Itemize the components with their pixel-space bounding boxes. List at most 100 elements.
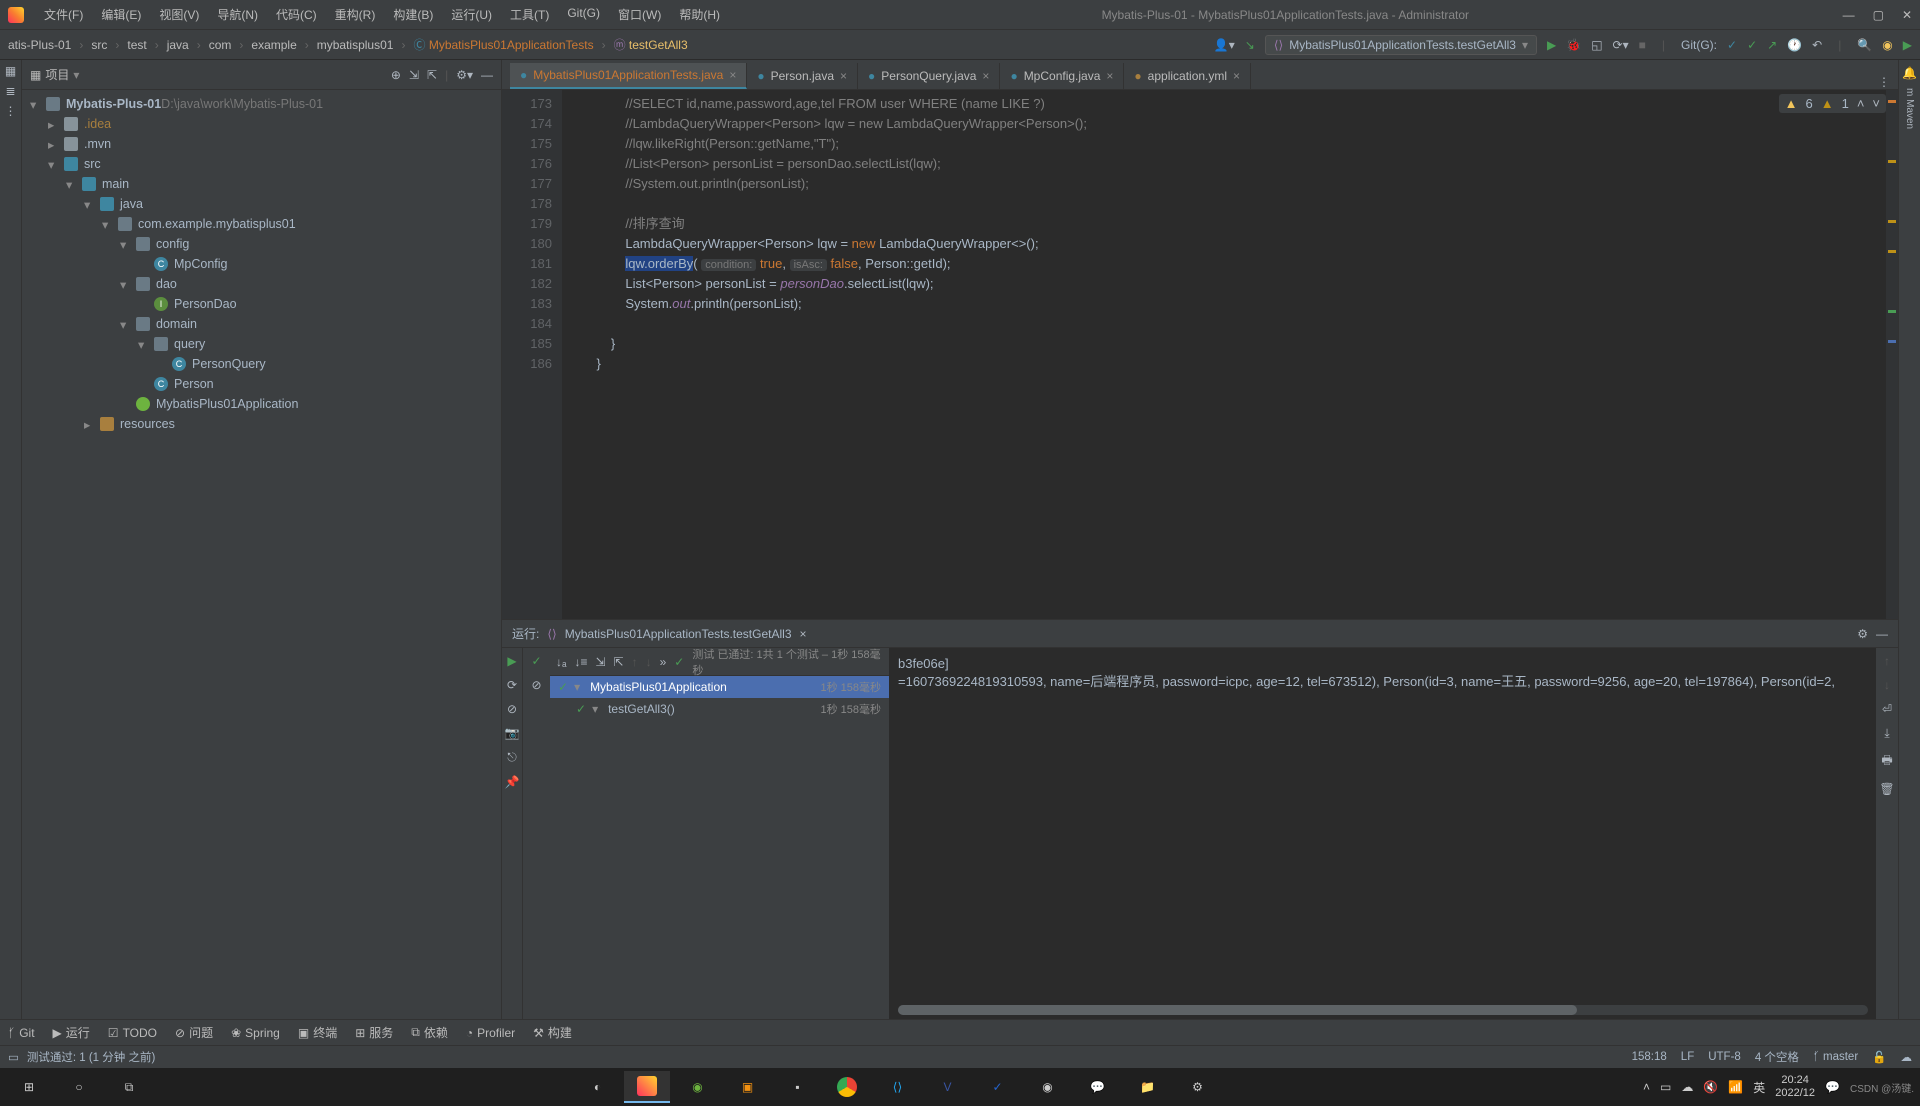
bottom-tool-构建[interactable]: ⚒构建 [533, 1024, 572, 1041]
prev-highlight-button[interactable]: ˄ [1857, 96, 1865, 111]
git-update-button[interactable]: ✓ [1727, 38, 1737, 52]
notification-center-icon[interactable]: 💬 [1825, 1080, 1840, 1094]
menu-item[interactable]: 帮助(H) [671, 2, 728, 27]
breadcrumb-item[interactable]: Ⓒ MybatisPlus01ApplicationTests [413, 36, 593, 53]
tree-node[interactable]: ▸.mvn [22, 134, 501, 154]
tree-node[interactable]: ▾Mybatis-Plus-01 D:\java\work\Mybatis-Pl… [22, 94, 501, 114]
todo-icon[interactable]: ✓ [974, 1071, 1020, 1103]
visio-icon[interactable]: V [924, 1071, 970, 1103]
close-tab-icon[interactable]: × [1106, 69, 1113, 83]
tree-node[interactable]: ▾dao [22, 274, 501, 294]
down-stack-button[interactable]: ↓ [1884, 678, 1890, 692]
breadcrumb-item[interactable]: test [127, 38, 146, 52]
bottom-tool-todo[interactable]: ☑TODO [108, 1026, 157, 1040]
intellij-icon[interactable] [624, 1071, 670, 1103]
tree-node[interactable]: ▸.idea [22, 114, 501, 134]
user-icon[interactable]: 👤▾ [1214, 38, 1235, 52]
app-icon-2[interactable]: ⚙ [1174, 1071, 1220, 1103]
bottom-tool-服务[interactable]: ⊞服务 [355, 1024, 393, 1041]
soft-wrap-button[interactable]: ⏎ [1882, 702, 1892, 716]
sort-button[interactable]: ↓ₐ [556, 655, 566, 669]
terminal-icon[interactable]: ▪ [774, 1071, 820, 1103]
prev-test-button[interactable]: ↑ [632, 655, 638, 669]
breadcrumb-item[interactable]: atis-Plus-01 [8, 38, 71, 52]
tree-node[interactable]: CMpConfig [22, 254, 501, 274]
language-icon[interactable]: 英 [1753, 1079, 1765, 1096]
notifications-button[interactable]: 🔔 [1902, 66, 1917, 80]
vm-icon[interactable]: ▣ [724, 1071, 770, 1103]
test-result-row[interactable]: ▾testGetAll3()1秒 158毫秒 [550, 698, 889, 720]
git-history-button[interactable]: 🕐 [1787, 38, 1802, 52]
structure-tool-button[interactable]: ≣ [5, 84, 15, 98]
breadcrumb-item[interactable]: mybatisplus01 [317, 38, 394, 52]
system-tray[interactable]: ˄ ▭ ☁ 🔇 📶 英 20:24 2022/12 💬 CSDN @汤键. [1643, 1074, 1914, 1100]
bottom-tool-git[interactable]: ᚶGit [8, 1026, 35, 1040]
breadcrumb-item[interactable]: com [209, 38, 232, 52]
settings-gear-icon[interactable]: ⚙▾ [456, 68, 473, 82]
test-tree[interactable]: ↓ₐ ↓≡ ⇲ ⇱ ↑ ↓ » ✓ 测试 已通过: 1共 1 个测试 – 1秒 … [550, 648, 890, 1019]
code-content[interactable]: //SELECT id,name,password,age,tel FROM u… [562, 90, 1886, 619]
tree-node[interactable]: IPersonDao [22, 294, 501, 314]
next-test-button[interactable]: ↓ [646, 655, 652, 669]
project-view-selector[interactable]: ▦项目▾ [30, 66, 79, 83]
sort-button-2[interactable]: ↓≡ [574, 655, 587, 669]
build-hammer-icon[interactable]: ↘ [1245, 38, 1255, 52]
test-result-row[interactable]: ▾MybatisPlus01Application1秒 158毫秒 [550, 676, 889, 698]
expand-tests-button[interactable]: ⇲ [595, 655, 605, 669]
menu-item[interactable]: 导航(N) [209, 2, 266, 27]
close-tab-icon[interactable]: × [1233, 69, 1240, 83]
next-highlight-button[interactable]: ˅ [1872, 96, 1880, 111]
tray-chevron-icon[interactable]: ˄ [1643, 1080, 1650, 1094]
scroll-end-button[interactable]: ⤓ [1884, 726, 1889, 741]
breadcrumb-item[interactable]: src [91, 38, 107, 52]
debug-button[interactable]: 🐞 [1566, 38, 1581, 52]
breadcrumb-item[interactable]: java [167, 38, 189, 52]
console-output[interactable]: b3fe06e]=1607369224819310593, name=后端程序员… [890, 648, 1876, 1019]
profile-button[interactable]: ⟳▾ [1613, 38, 1629, 52]
memory-icon[interactable]: ☁ [1901, 1050, 1913, 1064]
editor-tab[interactable]: ●Person.java× [747, 63, 858, 89]
bottom-tool-问题[interactable]: ⊘问题 [175, 1024, 213, 1041]
menu-item[interactable]: 运行(U) [443, 2, 500, 27]
run-button[interactable]: ▶ [1547, 38, 1556, 52]
close-button[interactable]: ✕ [1902, 8, 1912, 22]
print-button[interactable]: 🖶 [1881, 751, 1892, 772]
bottom-tool-运行[interactable]: ▶运行 [53, 1024, 90, 1041]
steam-icon[interactable]: ◉ [1024, 1071, 1070, 1103]
rerun-button[interactable]: ▶ [507, 654, 516, 668]
git-push-button[interactable]: ↗ [1767, 38, 1777, 52]
coverage-button[interactable]: ◱ [1591, 38, 1602, 52]
onedrive-icon[interactable]: ☁ [1681, 1080, 1693, 1094]
inspection-widget[interactable]: ▲6 ▲1 ˄ ˅ [1779, 94, 1886, 113]
task-view-button[interactable]: ⧉ [106, 1071, 152, 1103]
bottom-tool-spring[interactable]: ❀Spring [231, 1026, 280, 1040]
error-stripe[interactable] [1886, 90, 1898, 619]
breadcrumb-item[interactable]: example [251, 38, 296, 52]
tree-node[interactable]: ▾domain [22, 314, 501, 334]
tree-node[interactable]: ▾src [22, 154, 501, 174]
close-tab-icon[interactable]: × [982, 69, 989, 83]
minimize-button[interactable]: — [1843, 8, 1855, 22]
bottom-tool-终端[interactable]: ▣终端 [298, 1024, 337, 1041]
menu-item[interactable]: 代码(C) [268, 2, 325, 27]
show-passed-button[interactable]: ✓ [531, 654, 541, 668]
editor-tab[interactable]: ●application.yml× [1124, 63, 1251, 89]
plugins-button[interactable]: ▶ [1903, 38, 1912, 52]
tree-node[interactable]: CPersonQuery [22, 354, 501, 374]
clock[interactable]: 20:24 2022/12 [1775, 1074, 1815, 1100]
locate-button[interactable]: ⊕ [391, 68, 401, 82]
wechat-icon[interactable]: 💬 [1074, 1071, 1120, 1103]
project-tree[interactable]: ▾Mybatis-Plus-01 D:\java\work\Mybatis-Pl… [22, 90, 501, 1019]
volume-icon[interactable]: 🔇 [1703, 1080, 1718, 1094]
git-branch[interactable]: ᚶ master [1813, 1051, 1858, 1063]
toggle-auto-button[interactable]: ⟳ [507, 678, 517, 692]
tree-node[interactable]: MybatisPlus01Application [22, 394, 501, 414]
caret-position[interactable]: 158:18 [1632, 1051, 1667, 1063]
up-stack-button[interactable]: ↑ [1884, 654, 1890, 668]
editor-tab[interactable]: ●MpConfig.java× [1000, 63, 1124, 89]
git-commit-button[interactable]: ✓ [1747, 38, 1757, 52]
expand-all-button[interactable]: ⇲ [409, 68, 419, 82]
wifi-icon[interactable]: 📶 [1728, 1080, 1743, 1094]
menu-item[interactable]: 窗口(W) [610, 2, 669, 27]
editor-tab[interactable]: ●PersonQuery.java× [858, 63, 1000, 89]
